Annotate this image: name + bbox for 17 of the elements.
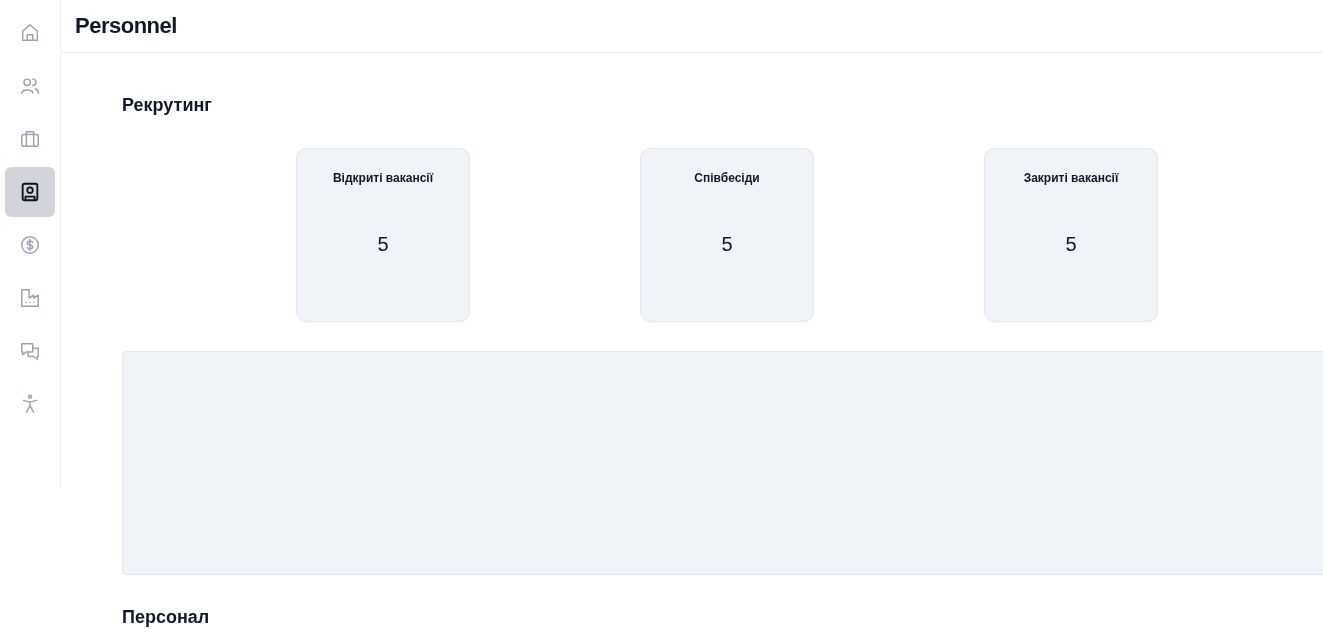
stat-label: Закриті вакансії <box>1023 171 1119 185</box>
home-icon <box>19 22 41 44</box>
users-icon <box>19 75 41 97</box>
briefcase-icon <box>19 128 41 150</box>
nav-button[interactable] <box>5 167 55 217</box>
chat-icon <box>19 340 41 362</box>
stat-value: 5 <box>377 233 389 256</box>
factory-icon <box>19 287 41 309</box>
stat-label: Відкриті вакансії <box>332 171 434 185</box>
stat-label: Співбесіди <box>694 171 760 185</box>
stat-value: 5 <box>721 233 733 256</box>
page-title: Personnel <box>75 13 177 39</box>
contact-icon <box>19 181 41 203</box>
dollar-icon <box>19 234 41 256</box>
section-title: Персонал <box>122 606 210 628</box>
stat-value: 5 <box>1065 233 1077 256</box>
section-title: Рекрутинг <box>122 94 212 116</box>
